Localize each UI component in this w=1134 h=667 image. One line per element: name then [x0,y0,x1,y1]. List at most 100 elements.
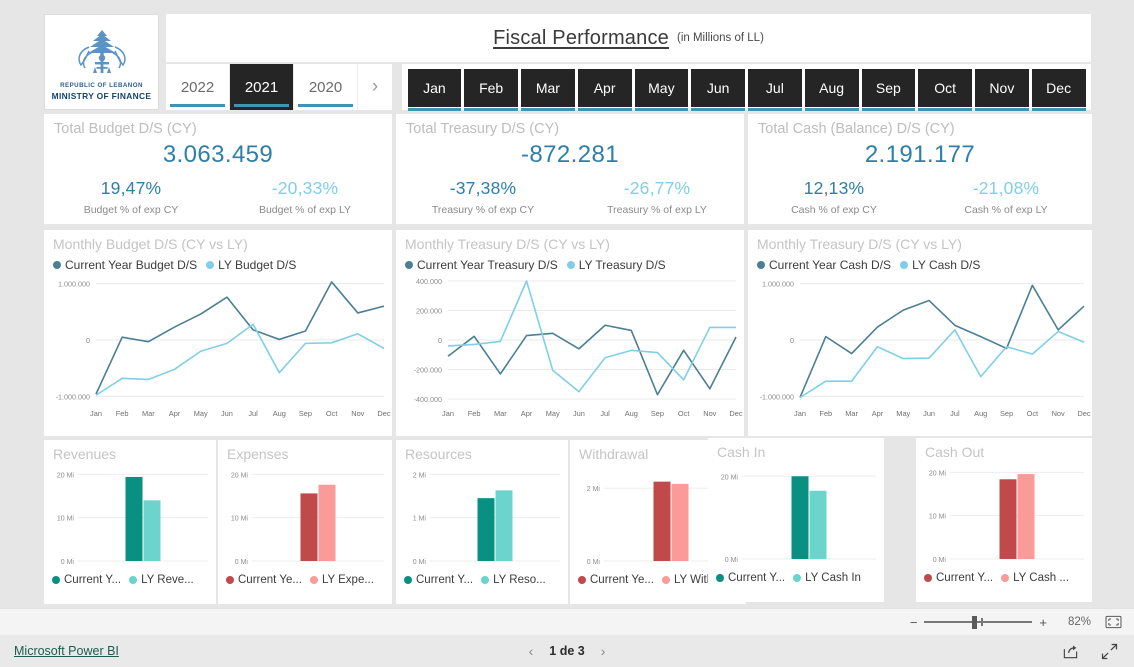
legend-label-ly: LY Reso... [493,574,546,586]
month-button-sep[interactable]: Sep [861,69,916,111]
lebanon-cedar-emblem-icon [77,30,126,73]
legend-item-ly[interactable]: LY Reso... [481,574,546,586]
month-button-may[interactable]: May [634,69,689,111]
legend-item-cy[interactable]: Current Ye... [226,574,302,586]
svg-text:Oct: Oct [1027,409,1039,418]
bar-chart-cash-in[interactable]: Cash In 0 Mi 20 Mi Current Y... LY Cash I… [708,438,884,602]
month-button-oct[interactable]: Oct [918,69,972,111]
svg-text:Aug: Aug [625,409,638,418]
legend-item-cy[interactable]: Current Year Treasury D/S [405,258,558,272]
legend-swatch-ly [481,576,490,584]
share-icon[interactable] [1062,643,1079,660]
legend-item-ly[interactable]: LY Reve... [129,574,194,586]
kpi-value: 2.191.177 [864,141,976,168]
bar-chart-revenues[interactable]: Revenues 0 Mi 10 Mi 20 Mi Current Y... LY … [44,440,216,604]
fullscreen-icon[interactable] [1101,643,1118,660]
svg-text:Sep: Sep [651,409,664,418]
ministry-logo-tile: REPUBLIC OF LEBANON MINISTRY OF FINANCE [44,14,159,110]
legend-item-ly[interactable]: LY Cash D/S [900,258,980,272]
svg-text:0: 0 [86,336,90,345]
bar-chart-cash-out[interactable]: Cash Out 0 Mi 10 Mi 20 Mi Current Y... LY … [916,438,1092,602]
kpi-card-budget[interactable]: Total Budget D/S (CY) 3.063.459 19,47% B… [44,114,392,224]
report-footer: Microsoft Power BI ‹ 1 de 3 › [0,635,1134,667]
legend-item-cy[interactable]: Current Year Budget D/S [53,258,197,272]
legend-item-cy[interactable]: Current Y... [52,574,121,586]
month-button-apr[interactable]: Apr [577,69,632,111]
svg-text:0: 0 [790,336,794,345]
zoom-status-bar: − + 82% [0,608,1134,635]
legend-swatch-ly [1001,574,1010,582]
zoom-slider[interactable] [924,616,1033,629]
svg-text:Jun: Jun [573,409,585,418]
svg-text:0 Mi: 0 Mi [587,559,601,566]
kpi-card-cash[interactable]: Total Cash (Balance) D/S (CY) 2.191.177 … [748,114,1092,224]
year-slicer[interactable]: 2022 2021 2020 › [166,64,392,110]
month-button-nov[interactable]: Nov [975,69,1029,111]
legend-label-ly: LY Expe... [321,574,374,586]
year-button-2021[interactable]: 2021 [230,64,294,110]
svg-text:Mar: Mar [845,409,858,418]
plus-icon[interactable]: + [1039,616,1047,629]
kpi-ly-label: Treasury % of exp LY [607,204,707,216]
logo-text-ministry: MINISTRY OF FINANCE [51,91,152,101]
chart-plot-area: -1.000.000 0 1.000.000 Jan Feb Mar Apr May Jun Ju… [760,280,1091,418]
month-button-jul[interactable]: Jul [748,69,802,111]
legend-item-cy[interactable]: Current Year Cash D/S [757,258,891,272]
legend-item-ly[interactable]: LY Budget D/S [206,258,296,272]
fit-to-page-icon[interactable] [1105,615,1122,629]
zoom-slider-handle[interactable] [972,616,978,629]
legend-swatch-cy [53,261,61,269]
chart-plot-area: 0 Mi 1 Mi 2 Mi [413,472,560,566]
legend-item-cy[interactable]: Current Ye... [578,574,654,586]
svg-text:1 Mi: 1 Mi [413,516,427,523]
svg-text:-400.000: -400.000 [414,395,442,404]
bar-chart-expenses[interactable]: Expenses 0 Mi 10 Mi 20 Mi Current Ye... LY… [218,440,392,604]
chart-plot-area: 0 Mi 10 Mi 20 Mi [929,470,1084,564]
line-chart-monthly-treasury[interactable]: Monthly Treasury D/S (CY vs LY) Current … [396,230,744,436]
legend-item-ly[interactable]: LY Expe... [309,574,374,586]
kpi-cy-label: Budget % of exp CY [83,204,179,216]
month-button-jan[interactable]: Jan [407,69,462,111]
legend-label-cy: Current Ye... [590,574,654,586]
svg-text:Feb: Feb [116,409,129,418]
month-button-aug[interactable]: Aug [804,69,859,111]
kpi-card-treasury[interactable]: Total Treasury D/S (CY) -872.281 -37,38%… [396,114,744,224]
svg-text:10 Mi: 10 Mi [231,516,249,523]
month-button-dec[interactable]: Dec [1031,69,1086,111]
legend-item-cy[interactable]: Current Y... [924,572,993,584]
chart-legend: Current Year Treasury D/S LY Treasury D/… [396,252,744,272]
chevron-left-icon[interactable]: ‹ [529,643,534,659]
line-chart-monthly-budget[interactable]: Monthly Budget D/S (CY vs LY) Current Ye… [44,230,392,436]
legend-item-ly[interactable]: LY Treasury D/S [566,258,666,272]
svg-text:Jun: Jun [923,409,935,418]
month-button-mar[interactable]: Mar [521,69,575,111]
year-button-2022[interactable]: 2022 [166,64,230,110]
month-button-feb[interactable]: Feb [464,69,518,111]
legend-swatch-ly [129,576,138,584]
svg-text:Oct: Oct [678,409,690,418]
chevron-right-icon[interactable]: › [601,643,606,659]
legend-item-cy[interactable]: Current Y... [404,574,473,586]
svg-text:1.000.000: 1.000.000 [762,280,794,289]
svg-text:0 Mi: 0 Mi [235,559,249,566]
legend-item-ly[interactable]: LY Cash In [793,572,861,584]
kpi-ly-percent: -21,08% [972,178,1040,198]
month-slicer[interactable]: Jan Feb Mar Apr May Jun Jul Aug Sep Oct … [402,64,1091,111]
chart-legend: Current Y... LY Reve... [44,572,216,586]
year-button-2020[interactable]: 2020 [294,64,358,110]
line-chart-monthly-cash[interactable]: Monthly Treasury D/S (CY vs LY) Current … [748,230,1092,436]
svg-text:-1.000.000: -1.000.000 [56,392,90,401]
powerbi-brand-link[interactable]: Microsoft Power BI [14,644,119,658]
minus-icon[interactable]: − [910,616,918,629]
chevron-right-icon[interactable]: › [358,64,392,110]
chart-title: Monthly Treasury D/S (CY vs LY) [405,236,610,252]
legend-label-cy: Current Year Cash D/S [769,258,892,272]
zoom-control[interactable]: − + [910,616,1047,629]
svg-text:Aug: Aug [273,409,286,418]
bar-chart-resources[interactable]: Resources 0 Mi 1 Mi 2 Mi Current Y... LY R… [396,440,568,604]
legend-swatch-cy [578,576,586,584]
legend-item-cy[interactable]: Current Y... [716,572,785,584]
legend-item-ly[interactable]: LY Cash ... [1001,572,1069,584]
kpi-ly-label: Budget % of exp LY [258,204,352,216]
month-button-jun[interactable]: Jun [691,69,745,111]
